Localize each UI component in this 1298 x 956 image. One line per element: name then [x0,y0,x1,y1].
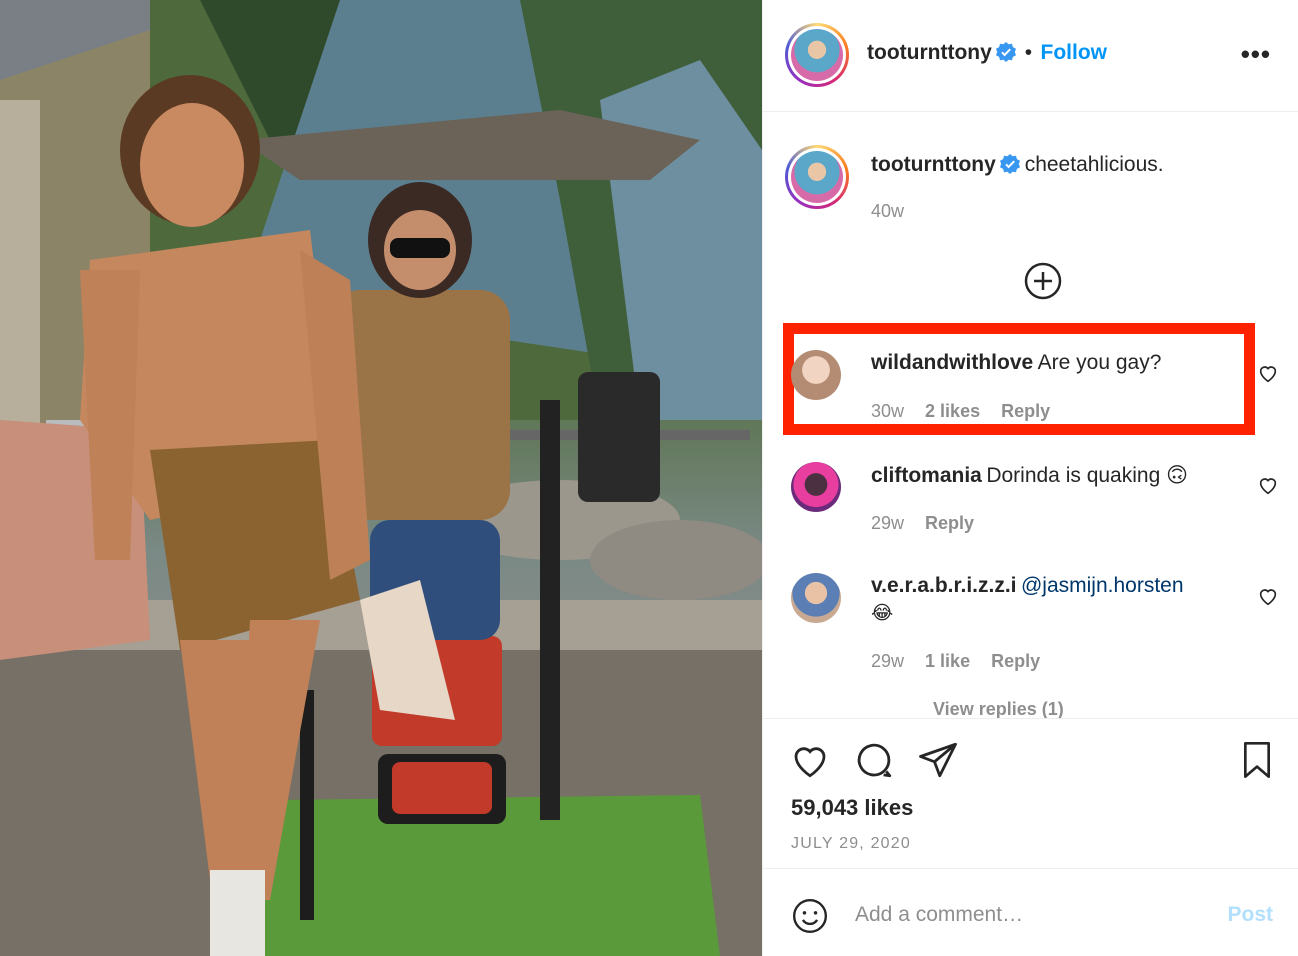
reply-button[interactable]: Reply [1001,401,1050,421]
like-comment-heart-icon[interactable] [1257,474,1279,501]
comment-emoji: 😂 [871,603,894,624]
post-comment-button[interactable]: Post [1227,903,1273,927]
like-comment-heart-icon[interactable] [1257,362,1279,389]
verified-badge-icon [996,42,1017,67]
reply-button[interactable]: Reply [991,651,1040,671]
comment-bubble-icon[interactable] [853,739,895,786]
author-avatar[interactable] [785,23,849,87]
post-photo[interactable] [0,0,762,956]
comment-likes[interactable]: 1 like [925,651,970,671]
likes-count[interactable]: 59,043 likes [791,795,913,821]
header-separator: • [1024,41,1033,64]
caption: tooturnttony cheetahlicious. [871,153,1164,179]
verified-badge-icon [1000,154,1021,179]
caption-text: cheetahlicious. [1024,153,1164,176]
comment-time: 29w [871,513,905,533]
post-actions: 59,043 likes JULY 29, 2020 [763,718,1298,868]
more-options-icon[interactable]: ••• [1241,41,1271,67]
comment-username[interactable]: cliftomania [871,464,982,487]
comment-time: 29w [871,651,905,671]
commenter-avatar[interactable] [791,350,841,400]
author-username[interactable]: tooturnttony [867,41,992,64]
comment-mention[interactable]: @jasmijn.horsten [1021,574,1184,597]
comment-text: Dorinda is quaking 🙃 [986,464,1188,487]
post-photo-illustration [0,0,762,956]
post-date: JULY 29, 2020 [791,835,911,852]
caption-username[interactable]: tooturnttony [871,153,996,176]
add-comment-bar: Add a comment… Post [763,868,1298,956]
post-side-panel: tooturnttony • Follow ••• tooturnttony c… [762,0,1298,956]
commenter-avatar[interactable] [791,462,841,512]
emoji-smiley-icon[interactable] [791,897,829,940]
comment-time: 30w [871,401,905,421]
comments-list[interactable]: tooturnttony cheetahlicious. 40w wildand… [763,113,1298,718]
comment-username[interactable]: wildandwithlove [871,351,1033,374]
like-comment-heart-icon[interactable] [1257,585,1279,612]
save-bookmark-icon[interactable] [1237,739,1277,786]
follow-button[interactable]: Follow [1041,41,1108,64]
caption-avatar[interactable] [785,145,849,209]
comment-text: Are you gay? [1037,351,1162,374]
comment-username[interactable]: v.e.r.a.b.r.i.z.z.i [871,574,1017,597]
caption-time: 40w [871,201,905,221]
commenter-avatar[interactable] [791,573,841,623]
share-paper-plane-icon[interactable] [917,739,959,786]
comment-likes[interactable]: 2 likes [925,401,980,421]
like-heart-icon[interactable] [789,739,831,786]
post-header: tooturnttony • Follow ••• [763,0,1298,112]
view-replies-button[interactable]: View replies (1) [933,699,1064,718]
reply-button[interactable]: Reply [925,513,974,533]
load-more-comments-icon[interactable] [1024,262,1062,305]
comment-input[interactable]: Add a comment… [855,903,1023,927]
